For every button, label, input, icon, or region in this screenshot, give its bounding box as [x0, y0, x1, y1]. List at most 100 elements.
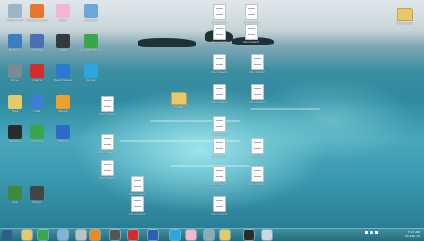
- chat-icon: [30, 95, 44, 109]
- desktop-shortcut-label: Mozilla Firefox: [26, 19, 48, 22]
- vlc-taskbar-icon[interactable]: [90, 230, 100, 240]
- explorer-taskbar-icon[interactable]: [22, 230, 32, 240]
- photos-taskbar-icon[interactable]: [262, 230, 272, 240]
- document-icon: [212, 24, 226, 40]
- opera-taskbar-icon[interactable]: [128, 230, 138, 240]
- desktop-shortcut[interactable]: Document: [208, 24, 230, 48]
- desktop-shortcut[interactable]: Document: [246, 138, 268, 162]
- network-icon: [8, 34, 22, 48]
- desktop-shortcut-label: Document: [211, 71, 227, 74]
- desktop-shortcut[interactable]: Skype: [80, 64, 102, 86]
- desktop-shortcut[interactable]: Document: [240, 24, 262, 48]
- desktop-shortcut[interactable]: Player: [26, 186, 48, 208]
- notification-area[interactable]: [360, 231, 378, 236]
- app-icon: [8, 186, 22, 200]
- word-taskbar-icon[interactable]: [148, 230, 158, 240]
- desktop-shortcut-label: App: [12, 201, 18, 204]
- desktop-shortcut[interactable]: Document: [96, 134, 118, 158]
- desktop-shortcut[interactable]: Recycle Bin: [4, 4, 26, 26]
- desktop-shortcut-label: Settings: [30, 49, 44, 52]
- desktop-shortcut[interactable]: Document: [208, 138, 230, 162]
- desktop-shortcut[interactable]: App: [4, 186, 26, 208]
- document-icon: [130, 176, 144, 192]
- start-button[interactable]: [2, 230, 12, 240]
- explorer2-taskbar-icon[interactable]: [220, 230, 230, 240]
- desktop-shortcut[interactable]: Document: [208, 166, 230, 190]
- desktop-shortcut-label: Document: [211, 41, 227, 44]
- skype-taskbar-icon[interactable]: [170, 230, 180, 240]
- document-icon: [244, 24, 258, 40]
- desktop-shortcut[interactable]: Video: [52, 34, 74, 56]
- desktop-shortcut[interactable]: Mozilla Firefox: [26, 4, 48, 26]
- document-icon: [100, 96, 114, 112]
- desktop-shortcut[interactable]: Notepad: [80, 4, 102, 26]
- chrome-taskbar-icon[interactable]: [38, 230, 48, 240]
- app-taskbar-icon[interactable]: [76, 230, 86, 240]
- store-taskbar-icon[interactable]: [58, 230, 68, 240]
- document-icon: [212, 196, 226, 212]
- desktop-shortcut-label: Chrome: [31, 140, 43, 143]
- recycle-bin-icon: [8, 4, 22, 18]
- desktop-shortcut[interactable]: Document: [208, 54, 230, 78]
- desktop-shortcut[interactable]: Photos: [52, 125, 74, 147]
- desktop: Recycle Bin Mozilla Firefox Paint Notepad Ne…: [0, 0, 424, 228]
- window-taskbar-icon[interactable]: [204, 230, 214, 240]
- desktop-shortcut[interactable]: Document: [96, 96, 118, 120]
- desktop-shortcut[interactable]: Opera: [26, 64, 48, 86]
- desktop-shortcut[interactable]: Folder: [168, 90, 190, 113]
- desktop-shortcut-label: Recycle Bin: [6, 19, 24, 22]
- desktop-shortcut[interactable]: Document: [96, 160, 118, 184]
- desktop-shortcut-label: Document: [243, 41, 259, 44]
- desktop-shortcut-label: Paint: [59, 19, 67, 22]
- desktop-shortcut[interactable]: Document: [246, 54, 268, 78]
- settings-icon: [30, 34, 44, 48]
- desktop-shortcut[interactable]: New folder: [394, 6, 416, 29]
- document-icon: [212, 138, 226, 154]
- clock[interactable]: 7:17 AM 03-Feb-15: [392, 230, 420, 238]
- document-icon: [250, 166, 264, 182]
- desktop-shortcut-label: Document: [99, 151, 115, 154]
- desktop-shortcut-label: Files: [11, 110, 19, 113]
- desktop-shortcut-label: Video: [58, 49, 68, 52]
- desktop-shortcut[interactable]: Document: [246, 84, 268, 108]
- video-icon: [56, 34, 70, 48]
- desktop-shortcut-label: Document: [99, 177, 115, 180]
- desktop-shortcut[interactable]: Files: [4, 95, 26, 117]
- desktop-shortcut-label: Document: [249, 183, 265, 186]
- drive-icon: [8, 64, 22, 78]
- desktop-shortcut[interactable]: Chrome: [26, 125, 48, 147]
- desktop-shortcut-label: Notepad: [84, 19, 98, 22]
- camera-taskbar-icon[interactable]: [244, 230, 254, 240]
- desktop-shortcut[interactable]: Console: [4, 125, 26, 147]
- desktop-shortcut[interactable]: Document: [246, 166, 268, 190]
- desktop-shortcut[interactable]: Paint: [52, 4, 74, 26]
- document-icon: [212, 84, 226, 100]
- desktop-shortcut-label: New folder: [396, 22, 414, 25]
- desktop-shortcut[interactable]: Chat: [26, 95, 48, 117]
- desktop-shortcut-label: Media: [58, 110, 68, 113]
- media-icon: [56, 95, 70, 109]
- media-taskbar-icon[interactable]: [110, 230, 120, 240]
- desktop-shortcut-label: Skype: [86, 79, 96, 82]
- document-icon: [250, 138, 264, 154]
- firefox-icon: [30, 4, 44, 18]
- desktop-shortcut[interactable]: Document: [126, 176, 148, 200]
- desktop-shortcut-label: TeamViewer: [53, 79, 73, 82]
- desktop-shortcut[interactable]: Media: [52, 95, 74, 117]
- clock-date: 03-Feb-15: [404, 233, 420, 238]
- desktop-shortcut[interactable]: TeamViewer: [52, 64, 74, 86]
- chrome-icon: [84, 34, 98, 48]
- teamviewer-icon: [56, 64, 70, 78]
- paint-taskbar-icon[interactable]: [186, 230, 196, 240]
- desktop-shortcut[interactable]: Document: [208, 116, 230, 140]
- desktop-shortcut[interactable]: Document: [208, 84, 230, 108]
- terminal-icon: [8, 125, 22, 139]
- folder-icon: [8, 95, 22, 109]
- document-icon: [100, 160, 114, 176]
- water-streak: [250, 108, 320, 110]
- desktop-shortcut[interactable]: Settings: [26, 34, 48, 56]
- desktop-shortcut[interactable]: Network: [4, 34, 26, 56]
- desktop-shortcut[interactable]: Document: [208, 196, 230, 220]
- desktop-shortcut[interactable]: Google Chrome: [80, 34, 102, 56]
- desktop-shortcut[interactable]: Drive: [4, 64, 26, 86]
